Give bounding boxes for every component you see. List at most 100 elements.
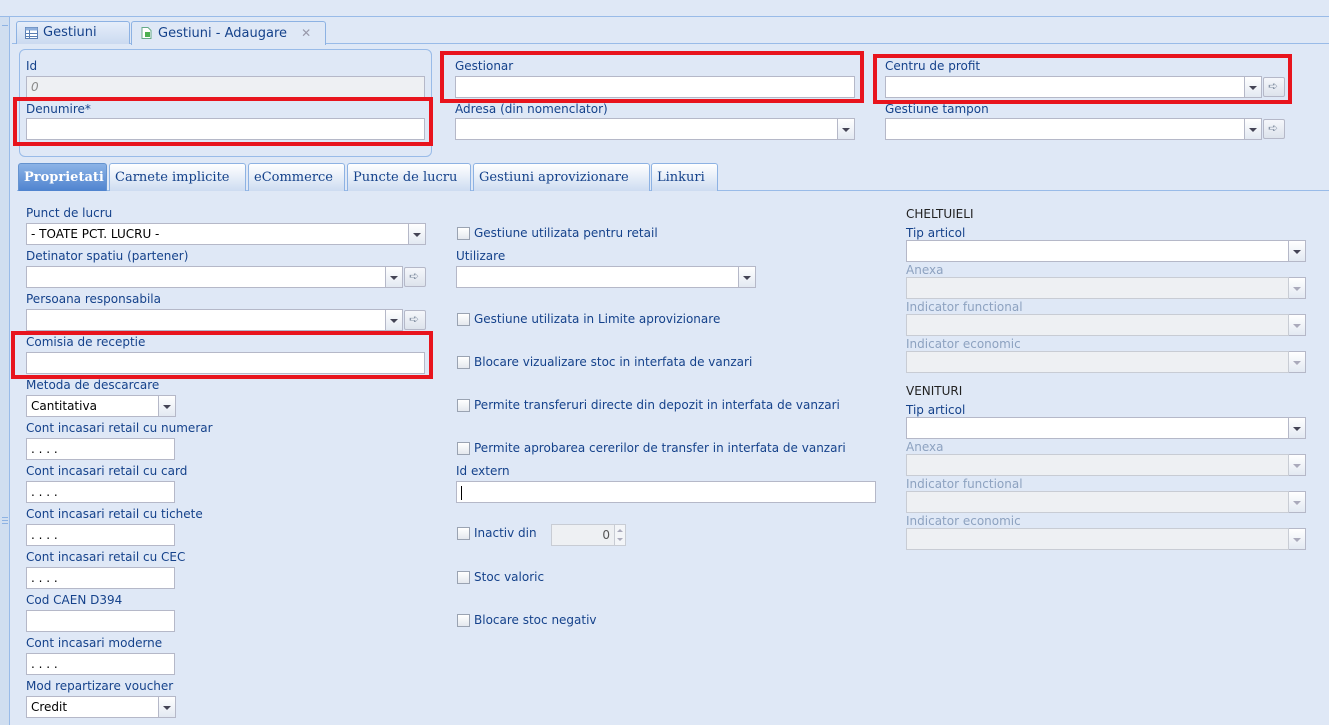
venituri-anexa-label: Anexa (906, 440, 944, 454)
limite-checkbox-label: Gestiune utilizata in Limite aproviziona… (474, 312, 721, 326)
voucher-dropdown-button[interactable] (159, 696, 176, 718)
persoana-go-icon[interactable] (404, 310, 426, 330)
aprobare-label: Permite aprobarea cererilor de transfer … (474, 441, 846, 455)
cheltuieli-functional-dropdown-button (1289, 314, 1306, 336)
venituri-economic-dropdown-button (1289, 528, 1306, 550)
detinator-label: Detinator spatiu (partener) (26, 249, 189, 263)
highlight-gestionar (440, 51, 864, 103)
tichete-label: Cont incasari retail cu tichete (26, 507, 203, 521)
metoda-dropdown-button[interactable] (159, 395, 176, 417)
stoc-valoric-checkbox[interactable] (457, 571, 470, 584)
gestiune-tampon-dropdown-button[interactable] (1245, 118, 1262, 140)
card-field[interactable]: . . . . (26, 481, 175, 503)
retail-checkbox[interactable] (457, 227, 470, 240)
tab-carnete-implicite[interactable]: Carnete implicite (109, 163, 246, 191)
id-label: Id (26, 59, 38, 73)
utilizare-select[interactable] (456, 266, 739, 288)
persoana-dropdown-button[interactable] (386, 309, 403, 331)
cheltuieli-tip-articol-select[interactable] (906, 240, 1289, 262)
cec-label: Cont incasari retail cu CEC (26, 550, 186, 564)
blocare-vizualizare-label: Blocare vizualizare stoc in interfata de… (474, 355, 753, 369)
detinator-dropdown-button[interactable] (386, 266, 403, 288)
stoc-negativ-checkbox[interactable] (457, 614, 470, 627)
window-tab-gestiuni[interactable]: Gestiuni (16, 21, 130, 44)
metoda-label: Metoda de descarcare (26, 378, 160, 392)
persoana-select[interactable] (26, 309, 386, 331)
venituri-anexa-dropdown-button (1289, 454, 1306, 476)
limite-checkbox[interactable] (457, 313, 470, 326)
voucher-select[interactable]: Credit (26, 696, 159, 718)
tichete-field[interactable]: . . . . (26, 524, 175, 546)
gestiune-tampon-select[interactable] (885, 118, 1245, 140)
blocare-vizualizare-checkbox[interactable] (457, 356, 470, 369)
metoda-select[interactable]: Cantitativa (26, 395, 159, 417)
tab-gestiuni-aprovizionare[interactable]: Gestiuni aprovizionare (473, 163, 650, 191)
cec-field[interactable]: . . . . (26, 567, 175, 589)
adresa-dropdown-button[interactable] (838, 118, 855, 140)
cheltuieli-anexa-dropdown-button (1289, 277, 1306, 299)
cheltuieli-anexa-label: Anexa (906, 263, 944, 277)
add-document-icon (141, 27, 152, 39)
tab-proprietati[interactable]: Proprietati (18, 163, 107, 191)
stoc-negativ-label: Blocare stoc negativ (474, 613, 597, 627)
venituri-tip-articol-label: Tip articol (906, 403, 966, 417)
close-icon[interactable]: ✕ (301, 26, 311, 40)
transferuri-checkbox[interactable] (457, 399, 470, 412)
utilizare-label: Utilizare (456, 249, 506, 263)
moderne-field[interactable]: . . . . (26, 653, 175, 675)
tab-linkuri[interactable]: Linkuri (651, 163, 718, 191)
window-tab-gestiuni-adaugare[interactable]: Gestiuni - Adaugare ✕ (131, 21, 326, 45)
voucher-label: Mod repartizare voucher (26, 679, 174, 693)
cheltuieli-tip-articol-dropdown-button[interactable] (1289, 240, 1306, 262)
cheltuieli-functional-label: Indicator functional (906, 300, 1023, 314)
highlight-denumire (13, 97, 433, 146)
id-extern-field[interactable] (456, 481, 876, 503)
punct-lucru-label: Punct de lucru (26, 206, 113, 220)
inactiv-days-field[interactable]: 0 (551, 524, 615, 546)
numerar-field[interactable]: . . . . (26, 438, 175, 460)
gestiune-tampon-go-icon[interactable] (1263, 119, 1285, 139)
left-collapsed-panel[interactable] (0, 17, 10, 725)
tab-ecommerce[interactable]: eCommerce (248, 163, 345, 191)
top-bar (0, 0, 1329, 17)
punct-lucru-dropdown-button[interactable] (409, 223, 426, 245)
id-field: 0 (26, 76, 425, 98)
venituri-tip-articol-select[interactable] (906, 417, 1289, 439)
retail-checkbox-label: Gestiune utilizata pentru retail (474, 226, 658, 240)
stoc-valoric-label: Stoc valoric (474, 570, 545, 584)
cheltuieli-title: CHELTUIELI (906, 207, 974, 221)
cheltuieli-tip-articol-label: Tip articol (906, 226, 966, 240)
venituri-anexa-select (906, 454, 1289, 476)
caen-field[interactable] (26, 610, 175, 632)
table-icon (25, 27, 38, 39)
punct-lucru-select[interactable]: - TOATE PCT. LUCRU - (26, 223, 409, 245)
inactiv-label: Inactiv din (474, 526, 537, 540)
cheltuieli-economic-select (906, 351, 1289, 373)
form-tab-bar: Proprietati Carnete implicite eCommerce … (17, 161, 1329, 191)
cheltuieli-economic-dropdown-button (1289, 351, 1306, 373)
aprobare-checkbox[interactable] (457, 442, 470, 455)
tab-puncte-de-lucru[interactable]: Puncte de lucru (347, 163, 471, 191)
utilizare-dropdown-button[interactable] (739, 266, 756, 288)
id-extern-label: Id extern (456, 464, 510, 478)
venituri-functional-select (906, 491, 1289, 513)
adresa-select[interactable] (455, 118, 838, 140)
transferuri-label: Permite transferuri directe din depozit … (474, 398, 840, 412)
venituri-tip-articol-dropdown-button[interactable] (1289, 417, 1306, 439)
adresa-label: Adresa (din nomenclator) (455, 102, 608, 116)
venituri-functional-dropdown-button (1289, 491, 1306, 513)
detinator-select[interactable] (26, 266, 386, 288)
moderne-label: Cont incasari moderne (26, 636, 163, 650)
inactiv-checkbox[interactable] (457, 527, 470, 540)
venituri-economic-label: Indicator economic (906, 514, 1021, 528)
venituri-title: VENITURI (906, 384, 963, 398)
highlight-centru-profit (873, 54, 1292, 104)
detinator-go-icon[interactable] (404, 267, 426, 287)
gestiune-tampon-label: Gestiune tampon (885, 102, 989, 116)
cheltuieli-functional-select (906, 314, 1289, 336)
persoana-label: Persoana responsabila (26, 292, 161, 306)
text-caret (461, 485, 462, 500)
venituri-functional-label: Indicator functional (906, 477, 1023, 491)
numerar-label: Cont incasari retail cu numerar (26, 421, 213, 435)
inactiv-spinner[interactable] (615, 524, 626, 546)
